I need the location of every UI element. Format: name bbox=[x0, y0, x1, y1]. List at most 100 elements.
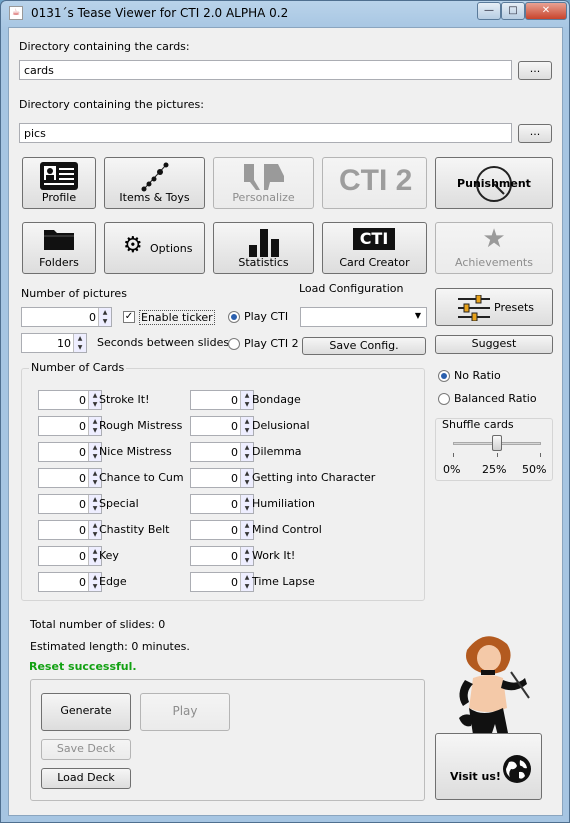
generate-button[interactable]: Generate bbox=[41, 693, 131, 731]
card-count-value: 0 bbox=[79, 472, 86, 485]
items-toys-button[interactable]: Items & Toys bbox=[104, 157, 205, 209]
load-deck-button[interactable]: Load Deck bbox=[41, 768, 131, 789]
close-button[interactable]: ✕ bbox=[525, 2, 567, 20]
browse-cards-button[interactable]: ... bbox=[518, 61, 552, 80]
maximize-button[interactable]: □ bbox=[501, 2, 525, 20]
id-card-icon bbox=[40, 162, 78, 190]
play-cti-label[interactable]: Play CTI bbox=[244, 310, 288, 323]
card-type-label: Chance to Cum bbox=[99, 471, 184, 484]
number-of-cards-title: Number of Cards bbox=[29, 361, 127, 374]
card-count-spinner[interactable]: 0 ▲ ▼ bbox=[38, 416, 102, 436]
card-count-value: 0 bbox=[231, 394, 238, 407]
items-toys-label: Items & Toys bbox=[119, 191, 190, 204]
cti2-button[interactable]: CTI 2 bbox=[322, 157, 427, 209]
play-cti-radio[interactable] bbox=[228, 311, 240, 323]
folder-icon bbox=[44, 230, 74, 250]
card-count-value: 0 bbox=[79, 550, 86, 563]
gear-icon: ⚙ bbox=[123, 233, 143, 258]
card-count-value: 0 bbox=[231, 550, 238, 563]
card-count-value: 0 bbox=[231, 472, 238, 485]
presets-button[interactable]: Presets bbox=[435, 288, 553, 326]
no-ratio-radio[interactable] bbox=[438, 370, 450, 382]
visit-us-label: Visit us! bbox=[450, 770, 501, 783]
balanced-ratio-radio[interactable] bbox=[438, 393, 450, 405]
enable-ticker-checkbox[interactable]: ✓ bbox=[123, 311, 135, 323]
card-type-label: Special bbox=[99, 497, 139, 510]
personalize-button[interactable]: Personalize bbox=[213, 157, 314, 209]
bar-chart-icon bbox=[248, 229, 279, 257]
card-type-label: Mind Control bbox=[252, 523, 322, 536]
card-count-spinner[interactable]: 0 ▲ ▼ bbox=[190, 390, 254, 410]
visit-us-button[interactable]: Visit us! bbox=[435, 733, 542, 800]
cards-directory-label: Directory containing the cards: bbox=[19, 40, 190, 53]
options-button[interactable]: ⚙ Options bbox=[104, 222, 205, 274]
no-ratio-label[interactable]: No Ratio bbox=[454, 369, 501, 382]
statistics-button[interactable]: Statistics bbox=[213, 222, 314, 274]
card-count-spinner[interactable]: 0 ▲ ▼ bbox=[38, 546, 102, 566]
folders-label: Folders bbox=[39, 256, 79, 269]
card-type-label: Rough Mistress bbox=[99, 419, 183, 432]
card-count-spinner[interactable]: 0 ▲ ▼ bbox=[38, 520, 102, 540]
card-creator-label: Card Creator bbox=[339, 256, 410, 269]
card-count-value: 0 bbox=[79, 498, 86, 511]
play-cti2-label[interactable]: Play CTI 2 bbox=[244, 337, 299, 350]
enable-ticker-label[interactable]: Enable ticker bbox=[139, 310, 215, 325]
play-cti2-radio[interactable] bbox=[228, 338, 240, 350]
play-button[interactable]: Play bbox=[140, 693, 230, 731]
statistics-label: Statistics bbox=[238, 256, 289, 269]
card-type-label: Bondage bbox=[252, 393, 301, 406]
cards-directory-field[interactable]: cards bbox=[19, 60, 512, 80]
pictures-directory-label: Directory containing the pictures: bbox=[19, 98, 204, 111]
seconds-spinner[interactable]: 10 ▲ ▼ bbox=[21, 333, 87, 353]
cti-logo: CTI bbox=[353, 228, 395, 250]
sliders-icon bbox=[458, 295, 490, 321]
card-count-spinner[interactable]: 0 ▲ ▼ bbox=[38, 442, 102, 462]
spinner-arrows[interactable]: ▲ ▼ bbox=[98, 308, 111, 326]
browse-pictures-button[interactable]: ... bbox=[518, 124, 552, 143]
card-type-label: Key bbox=[99, 549, 119, 562]
card-count-value: 0 bbox=[79, 524, 86, 537]
main-panel: Directory containing the cards: cards ..… bbox=[8, 27, 563, 816]
tick-50: 50% bbox=[522, 463, 547, 476]
card-type-label: Stroke It! bbox=[99, 393, 150, 406]
load-configuration-select[interactable]: ▼ bbox=[300, 307, 427, 327]
card-type-label: Nice Mistress bbox=[99, 445, 172, 458]
card-count-spinner[interactable]: 0 ▲ ▼ bbox=[190, 494, 254, 514]
achievements-button[interactable]: ★ Achievements bbox=[435, 222, 553, 274]
card-creator-button[interactable]: CTI Card Creator bbox=[322, 222, 427, 274]
card-count-spinner[interactable]: 0 ▲ ▼ bbox=[38, 468, 102, 488]
card-count-value: 0 bbox=[79, 394, 86, 407]
punishment-button[interactable]: Punishment bbox=[435, 157, 553, 209]
java-app-icon: ☕ bbox=[9, 6, 23, 20]
save-deck-button[interactable]: Save Deck bbox=[41, 739, 131, 760]
card-count-spinner[interactable]: 0 ▲ ▼ bbox=[190, 416, 254, 436]
total-slides-text: Total number of slides: 0 bbox=[30, 618, 166, 631]
profile-button[interactable]: Profile bbox=[22, 157, 96, 209]
folders-button[interactable]: Folders bbox=[22, 222, 96, 274]
pictures-directory-field[interactable]: pics bbox=[19, 123, 512, 143]
card-type-label: Getting into Character bbox=[252, 471, 376, 484]
load-configuration-label: Load Configuration bbox=[299, 282, 404, 295]
card-count-spinner[interactable]: 0 ▲ ▼ bbox=[190, 520, 254, 540]
spinner-arrows[interactable]: ▲ ▼ bbox=[73, 334, 86, 352]
save-config-button[interactable]: Save Config. bbox=[302, 337, 426, 355]
title-bar[interactable]: ☕ 0131´s Tease Viewer for CTI 2.0 ALPHA … bbox=[1, 1, 569, 27]
options-label: Options bbox=[150, 242, 193, 255]
seconds-between-slides-label: Seconds between slides bbox=[97, 336, 230, 349]
card-count-spinner[interactable]: 0 ▲ ▼ bbox=[38, 494, 102, 514]
minimize-button[interactable]: — bbox=[477, 2, 501, 20]
suggest-button[interactable]: Suggest bbox=[435, 335, 553, 354]
shuffle-slider-thumb[interactable] bbox=[492, 435, 502, 451]
card-count-spinner[interactable]: 0 ▲ ▼ bbox=[38, 390, 102, 410]
number-of-pictures-spinner[interactable]: 0 ▲ ▼ bbox=[21, 307, 112, 327]
balanced-ratio-label[interactable]: Balanced Ratio bbox=[454, 392, 537, 405]
card-count-spinner[interactable]: 0 ▲ ▼ bbox=[190, 546, 254, 566]
card-count-spinner[interactable]: 0 ▲ ▼ bbox=[190, 572, 254, 592]
presets-label: Presets bbox=[494, 301, 535, 314]
punishment-label: Punishment bbox=[457, 177, 531, 190]
achievements-label: Achievements bbox=[455, 256, 533, 269]
card-count-spinner[interactable]: 0 ▲ ▼ bbox=[190, 468, 254, 488]
personalize-label: Personalize bbox=[232, 191, 295, 204]
card-count-spinner[interactable]: 0 ▲ ▼ bbox=[190, 442, 254, 462]
card-count-spinner[interactable]: 0 ▲ ▼ bbox=[38, 572, 102, 592]
